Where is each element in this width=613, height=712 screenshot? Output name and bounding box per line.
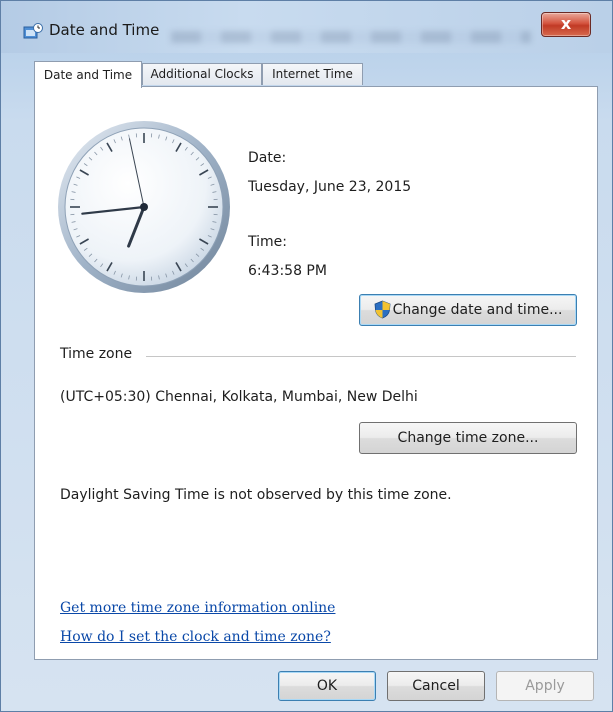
tab-label: Date and Time: [43, 68, 133, 82]
analog-clock: [58, 121, 230, 293]
time-zone-section-label: Time zone: [60, 346, 133, 362]
change-date-time-button[interactable]: Change date and time...: [359, 294, 577, 326]
tab-internet-time[interactable]: Internet Time: [262, 63, 363, 85]
ok-label: OK: [316, 678, 338, 694]
tab-date-and-time[interactable]: Date and Time: [34, 61, 142, 88]
date-label: Date:: [248, 150, 287, 166]
date-value: Tuesday, June 23, 2015: [248, 179, 412, 195]
tab-panel-date-and-time: Date: Tuesday, June 23, 2015 Time: 6:43:…: [34, 86, 598, 660]
date-time-control-panel-icon: [23, 23, 43, 39]
apply-label: Apply: [525, 678, 565, 694]
title-bar[interactable]: Date and Time x: [1, 1, 612, 53]
date-time-dialog: Date and Time x Date and Time Additional…: [0, 0, 613, 712]
apply-button[interactable]: Apply: [496, 671, 594, 701]
window-title: Date and Time: [49, 21, 160, 39]
time-label: Time:: [248, 234, 287, 250]
time-zone-value: (UTC+05:30) Chennai, Kolkata, Mumbai, Ne…: [60, 389, 418, 405]
tab-label: Internet Time: [272, 67, 353, 81]
change-date-time-label: Change date and time...: [392, 302, 563, 318]
how-to-set-clock-link[interactable]: How do I set the clock and time zone?: [60, 629, 331, 645]
dst-note: Daylight Saving Time is not observed by …: [60, 487, 452, 503]
close-icon: x: [560, 14, 572, 33]
more-time-zone-info-link[interactable]: Get more time zone information online: [60, 600, 335, 616]
change-time-zone-button[interactable]: Change time zone...: [359, 422, 577, 454]
tab-additional-clocks[interactable]: Additional Clocks: [142, 63, 262, 85]
cancel-label: Cancel: [412, 678, 460, 694]
ok-button[interactable]: OK: [278, 671, 376, 701]
tab-label: Additional Clocks: [150, 67, 254, 81]
change-time-zone-label: Change time zone...: [397, 430, 539, 446]
time-zone-divider: [146, 356, 576, 357]
time-value: 6:43:58 PM: [248, 263, 327, 279]
uac-shield-icon: [374, 300, 391, 318]
blurred-background-breadcrumb: [171, 31, 531, 43]
close-button[interactable]: x: [541, 12, 591, 37]
cancel-button[interactable]: Cancel: [387, 671, 485, 701]
clock-center-pin: [140, 203, 148, 211]
